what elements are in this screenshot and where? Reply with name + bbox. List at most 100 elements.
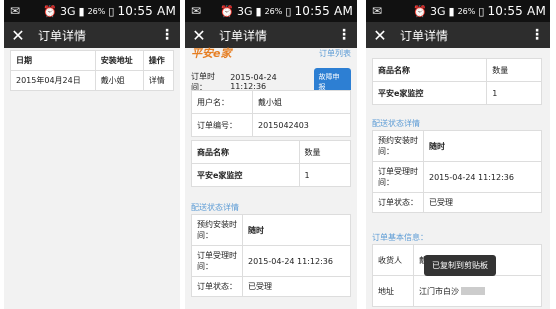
delivery-status-table: 预约安装时间： 随时 订单受理时间： 2015-04-24 11:12:36 订… bbox=[191, 214, 351, 297]
basic-info-section[interactable]: 订单基本信息： bbox=[366, 226, 434, 245]
brand-logo: 平安e家 bbox=[191, 47, 232, 60]
accept-time-value: 2015-04-24 11:12:36 bbox=[423, 161, 542, 193]
page-content: 日期 安装地址 操作 2015年04月24日 戴小姐 详情 bbox=[4, 48, 180, 309]
battery-percent: 26% bbox=[87, 6, 106, 16]
alarm-icon: ⏰ bbox=[413, 4, 427, 18]
page-content: 商品名称 数量 平安e家监控 1 配送状态详情 预约安装时间： 随时 订单受理时… bbox=[366, 48, 550, 309]
order-number-row: 订单编号： 2015042403 bbox=[191, 113, 351, 137]
address-label: 地址 bbox=[372, 275, 414, 307]
delivery-status-section[interactable]: 配送状态详情 bbox=[185, 196, 245, 215]
order-status-label: 订单状态： bbox=[191, 276, 243, 297]
cell-date: 2015年04月24日 bbox=[10, 70, 96, 91]
appointment-value: 随时 bbox=[423, 130, 542, 162]
close-icon[interactable]: ✕ bbox=[191, 26, 207, 45]
alarm-icon: ⏰ bbox=[43, 4, 57, 18]
accept-time-label: 订单受理时间： bbox=[191, 245, 243, 277]
notification-icon: ✉ bbox=[372, 4, 383, 18]
order-table: 日期 安装地址 操作 2015年04月24日 戴小姐 详情 bbox=[10, 50, 175, 91]
accept-time-row: 订单受理时间： 2015-04-24 11:12:36 bbox=[191, 245, 351, 277]
product-name-header: 商品名称 bbox=[191, 140, 300, 164]
details-link[interactable]: 详情 bbox=[142, 70, 175, 91]
battery-percent: 26% bbox=[264, 6, 283, 16]
close-icon[interactable]: ✕ bbox=[10, 26, 26, 45]
product-table: 商品名称 数量 平安e家监控 1 bbox=[191, 140, 352, 187]
app-bar: ✕ 订单详情 ⋮ bbox=[4, 22, 180, 48]
appointment-row: 预约安装时间： 随时 bbox=[372, 130, 542, 162]
column-header-address: 安装地址 bbox=[94, 50, 144, 71]
more-menu-icon[interactable]: ⋮ bbox=[530, 27, 544, 43]
order-status-row: 订单状态： 已受理 bbox=[372, 192, 542, 213]
user-value: 戴小姐 bbox=[252, 90, 351, 114]
page-title: 订单详情 bbox=[38, 28, 87, 43]
order-status-label: 订单状态： bbox=[372, 192, 424, 213]
accept-time-value: 2015-04-24 11:12:36 bbox=[242, 245, 351, 277]
battery-icon: ▯ bbox=[108, 4, 115, 18]
address-cell: 江门市白沙 bbox=[413, 275, 542, 307]
cell-address: 戴小姐 bbox=[94, 70, 144, 91]
product-name: 平安e家监控 bbox=[191, 163, 300, 187]
product-table: 商品名称 数量 平安e家监控 1 bbox=[371, 58, 542, 105]
alarm-icon: ⏰ bbox=[220, 4, 234, 18]
accept-time-row: 订单受理时间： 2015-04-24 11:12:36 bbox=[372, 161, 542, 193]
status-bar: ✉ ⏰ 3G ▮ 26% ▯ 10:55 AM bbox=[185, 0, 357, 22]
status-bar: ✉ ⏰ 3G ▮ 26% ▯ 10:55 AM bbox=[366, 0, 550, 22]
address-row: 地址 江门市白沙 bbox=[372, 275, 542, 307]
delivery-status-section[interactable]: 配送状态详情 bbox=[366, 112, 426, 131]
product-name-header: 商品名称 bbox=[371, 58, 488, 82]
product-row: 平安e家监控 1 bbox=[371, 81, 542, 105]
brand-row: 平安e家 订单列表 bbox=[191, 46, 351, 60]
notification-icon: ✉ bbox=[10, 4, 21, 18]
table-row: 2015年04月24日 戴小姐 详情 bbox=[10, 70, 175, 91]
delivery-status-table: 预约安装时间： 随时 订单受理时间： 2015-04-24 11:12:36 订… bbox=[372, 130, 542, 213]
product-header-row: 商品名称 数量 bbox=[371, 58, 542, 82]
product-row: 平安e家监控 1 bbox=[191, 163, 352, 187]
clipboard-toast: 已复制到剪贴板 bbox=[424, 255, 496, 276]
column-header-action: 操作 bbox=[142, 50, 175, 71]
order-number-label: 订单编号： bbox=[191, 113, 253, 137]
network-label: 3G bbox=[430, 4, 446, 18]
notification-icon: ✉ bbox=[191, 4, 202, 18]
order-number-value: 2015042403 bbox=[252, 113, 351, 137]
user-row: 用户名： 戴小姐 bbox=[191, 90, 351, 114]
battery-percent: 26% bbox=[457, 6, 476, 16]
address-value: 江门市白沙 bbox=[419, 286, 459, 296]
network-label: 3G bbox=[237, 4, 253, 18]
order-time-value: 2015-04-24 11:12:36 bbox=[230, 73, 277, 91]
order-list-link[interactable]: 订单列表 bbox=[319, 48, 351, 59]
more-menu-icon[interactable]: ⋮ bbox=[160, 27, 174, 43]
phone-screen-order-list: ✉ ⏰ 3G ▮ 26% ▯ 10:55 AM ✕ 订单详情 ⋮ 日期 安装地址… bbox=[4, 0, 180, 309]
network-label: 3G bbox=[60, 4, 76, 18]
table-header-row: 日期 安装地址 操作 bbox=[10, 50, 175, 71]
clock: 10:55 AM bbox=[117, 4, 176, 18]
signal-icon: ▮ bbox=[78, 4, 85, 18]
battery-icon: ▯ bbox=[478, 4, 485, 18]
page-title: 订单详情 bbox=[400, 28, 449, 43]
status-bar: ✉ ⏰ 3G ▮ 26% ▯ 10:55 AM bbox=[4, 0, 180, 22]
signal-icon: ▮ bbox=[255, 4, 262, 18]
battery-icon: ▯ bbox=[285, 4, 292, 18]
quantity-header: 数量 bbox=[486, 58, 542, 82]
product-quantity: 1 bbox=[298, 163, 352, 187]
clock: 10:55 AM bbox=[487, 4, 546, 18]
page-title: 订单详情 bbox=[219, 28, 268, 43]
appointment-label: 预约安装时间： bbox=[372, 130, 424, 162]
accept-time-label: 订单受理时间： bbox=[372, 161, 424, 193]
phone-screen-order-details-scrolled: ✉ ⏰ 3G ▮ 26% ▯ 10:55 AM ✕ 订单详情 ⋮ 商品名称 数量… bbox=[366, 0, 550, 309]
receiver-label: 收货人 bbox=[372, 244, 414, 276]
page-content: 平安e家 订单列表 订单时间： 2015-04-24 11:12:36 故障申报… bbox=[185, 46, 357, 309]
clock: 10:55 AM bbox=[294, 4, 353, 18]
user-info-table: 用户名： 戴小姐 订单编号： 2015042403 bbox=[191, 90, 351, 137]
column-header-date: 日期 bbox=[10, 50, 96, 71]
order-status-value: 已受理 bbox=[423, 192, 542, 213]
order-status-value: 已受理 bbox=[242, 276, 351, 297]
more-menu-icon[interactable]: ⋮ bbox=[337, 27, 351, 43]
signal-icon: ▮ bbox=[448, 4, 455, 18]
product-name: 平安e家监控 bbox=[371, 81, 488, 105]
user-label: 用户名： bbox=[191, 90, 253, 114]
app-bar: ✕ 订单详情 ⋮ bbox=[366, 22, 550, 48]
phone-screen-order-details: ✉ ⏰ 3G ▮ 26% ▯ 10:55 AM ✕ 订单详情 ⋮ 平安e家 订单… bbox=[185, 0, 357, 309]
close-icon[interactable]: ✕ bbox=[372, 26, 388, 45]
appointment-row: 预约安装时间： 随时 bbox=[191, 214, 351, 246]
order-status-row: 订单状态： 已受理 bbox=[191, 276, 351, 297]
blurred-address bbox=[461, 287, 485, 295]
